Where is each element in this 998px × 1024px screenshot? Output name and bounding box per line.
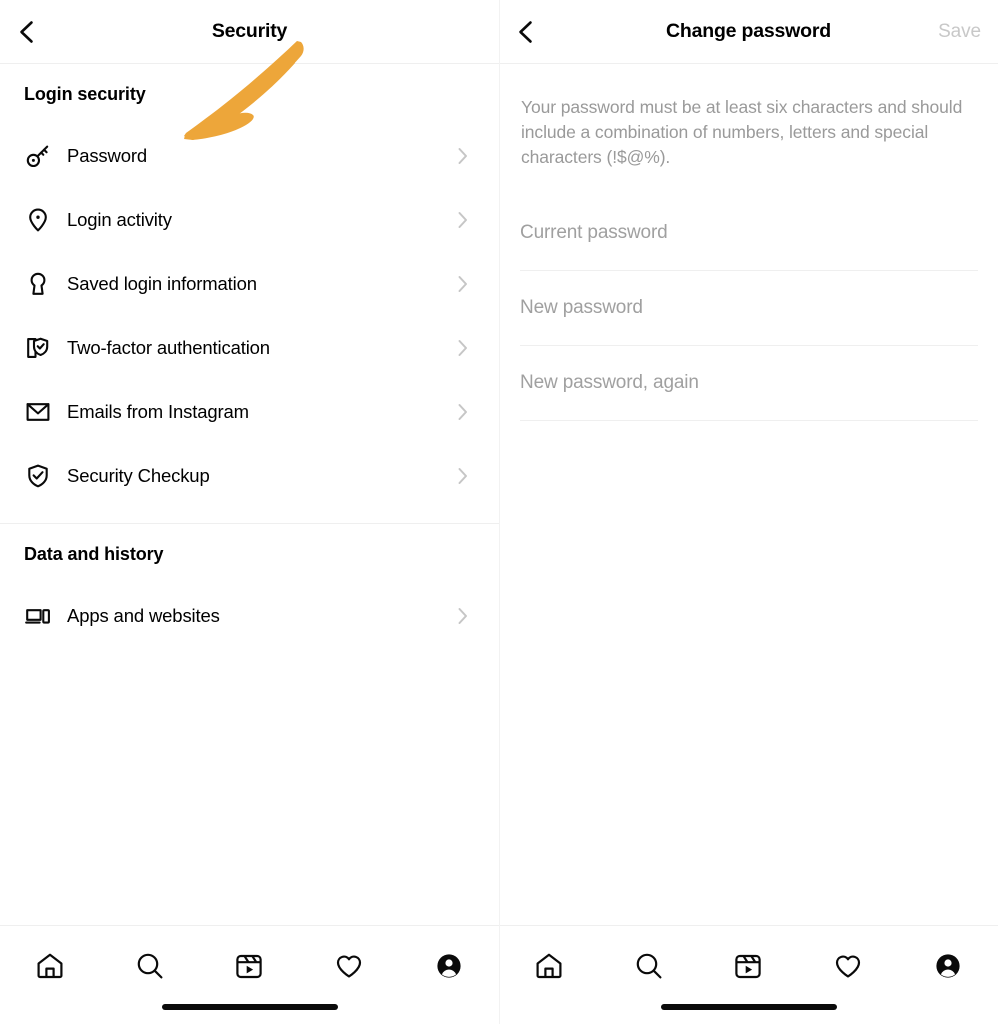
chevron-right-icon: [455, 148, 471, 164]
change-password-header: Change password Save: [499, 0, 998, 64]
chevron-right-icon: [455, 468, 471, 484]
security-screen: Security Login security Password Login a…: [0, 0, 499, 1024]
tab-search[interactable]: [599, 942, 699, 990]
shield-check-icon: [22, 460, 54, 492]
search-icon: [137, 953, 163, 979]
chevron-right-icon: [455, 608, 471, 624]
panel-divider: [499, 0, 500, 1024]
key-icon: [22, 140, 54, 172]
heart-icon: [337, 955, 362, 978]
sidebar-item-login-activity[interactable]: Login activity: [0, 188, 499, 252]
chevron-right-icon: [455, 340, 471, 356]
current-password-input[interactable]: [520, 222, 978, 244]
home-indicator: [161, 1004, 338, 1010]
bottom-tab-bar: [499, 925, 998, 1024]
security-list-body: Login security Password Login activity S…: [0, 64, 499, 925]
new-password-input[interactable]: [520, 297, 978, 319]
home-indicator: [660, 1004, 837, 1010]
profile-avatar-icon: [936, 954, 960, 978]
envelope-icon: [22, 396, 54, 428]
home-icon: [37, 953, 63, 979]
section-title-data-and-history: Data and history: [24, 543, 164, 564]
security-header: Security: [0, 0, 499, 64]
sidebar-item-label: Login activity: [67, 209, 172, 230]
sidebar-item-emails-from-instagram[interactable]: Emails from Instagram: [0, 380, 499, 444]
change-password-body: Your password must be at least six chara…: [499, 64, 998, 925]
section-title-login-security: Login security: [24, 83, 146, 104]
sidebar-item-two-factor-authentication[interactable]: Two-factor authentication: [0, 316, 499, 380]
bottom-tab-bar: [0, 925, 499, 1024]
search-icon: [636, 953, 662, 979]
chevron-right-icon: [455, 404, 471, 420]
reels-icon: [236, 954, 263, 979]
sidebar-item-label: Security Checkup: [67, 465, 210, 486]
chevron-right-icon: [455, 276, 471, 292]
sidebar-item-saved-login-information[interactable]: Saved login information: [0, 252, 499, 316]
home-icon: [536, 953, 562, 979]
tab-search[interactable]: [100, 942, 200, 990]
sidebar-item-label: Apps and websites: [67, 605, 220, 626]
back-button[interactable]: [509, 15, 543, 49]
phone-shield-check-icon: [22, 332, 54, 364]
devices-icon: [22, 600, 54, 632]
back-button[interactable]: [10, 15, 44, 49]
password-form: [499, 170, 998, 421]
heart-icon: [836, 955, 861, 978]
sidebar-item-label: Emails from Instagram: [67, 401, 249, 422]
tab-home[interactable]: [0, 942, 100, 990]
sidebar-item-password[interactable]: Password: [0, 124, 499, 188]
tab-profile[interactable]: [898, 942, 998, 990]
profile-avatar-icon: [437, 954, 461, 978]
tab-reels[interactable]: [200, 942, 300, 990]
tab-activity[interactable]: [299, 942, 399, 990]
password-requirements-text: Your password must be at least six chara…: [521, 97, 963, 167]
sidebar-item-apps-and-websites[interactable]: Apps and websites: [0, 584, 499, 648]
keyhole-icon: [22, 268, 54, 300]
reels-icon: [735, 954, 762, 979]
new-password-again-field[interactable]: [520, 346, 978, 421]
tab-profile[interactable]: [399, 942, 499, 990]
location-pin-icon: [22, 204, 54, 236]
tab-activity[interactable]: [798, 942, 898, 990]
new-password-again-input[interactable]: [520, 372, 978, 394]
save-button[interactable]: Save: [938, 21, 981, 43]
sidebar-item-label: Two-factor authentication: [67, 337, 270, 358]
dual-screen-container: Security Login security Password Login a…: [0, 0, 998, 1024]
change-password-screen: Change password Save Your password must …: [499, 0, 998, 1024]
tab-reels[interactable]: [699, 942, 799, 990]
sidebar-item-label: Password: [67, 145, 148, 166]
new-password-field[interactable]: [520, 271, 978, 346]
page-title: Change password: [666, 20, 831, 42]
sidebar-item-label: Saved login information: [67, 273, 257, 294]
sidebar-item-security-checkup[interactable]: Security Checkup: [0, 444, 499, 508]
chevron-right-icon: [455, 212, 471, 228]
page-title: Security: [211, 20, 288, 42]
tab-home[interactable]: [499, 942, 599, 990]
current-password-field[interactable]: [520, 196, 978, 271]
